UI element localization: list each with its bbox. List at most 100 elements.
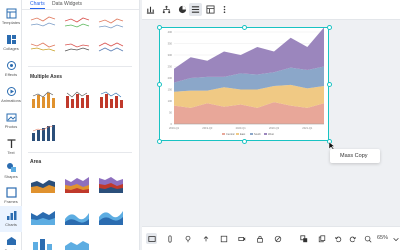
data-table-button[interactable]: [204, 3, 217, 16]
layout-button[interactable]: [146, 233, 157, 244]
chart-template-line-4[interactable]: [29, 37, 57, 59]
chart-template-bar-line-1[interactable]: [29, 88, 57, 110]
bottom-toolbar: 65%: [142, 226, 400, 250]
chart-template-line-3[interactable]: [97, 12, 125, 34]
x-tick-label: 2020-Q3: [269, 126, 280, 130]
y-tick-label: 200: [168, 76, 173, 80]
chart-template-area-4[interactable]: [29, 205, 57, 227]
chart-template-area-2[interactable]: [63, 173, 91, 195]
photos-icon: [6, 113, 16, 122]
legend-swatch-west: [264, 133, 267, 135]
x-tick-label: 2019-Q3: [202, 126, 213, 130]
x-tick-label: 2019-Q1: [169, 126, 180, 130]
more-button[interactable]: [218, 3, 231, 16]
resize-handle-right[interactable]: [327, 82, 332, 87]
resize-handle-bottom[interactable]: [242, 139, 247, 144]
y-tick-label: 50: [169, 111, 172, 115]
pie-button[interactable]: [176, 3, 189, 16]
chart-template-area-8[interactable]: [63, 236, 91, 250]
chart-template-line-6[interactable]: [97, 37, 125, 59]
section-divider: [28, 66, 132, 67]
rail-item-photos[interactable]: Photos: [0, 108, 22, 134]
chart-template-line-2[interactable]: [63, 12, 91, 34]
zoom-level[interactable]: 65%: [377, 235, 388, 241]
chart-template-area-1[interactable]: [29, 173, 57, 195]
chart-type-icon: [146, 6, 155, 14]
chart-template-bar-line-4[interactable]: [29, 121, 57, 143]
rail-item-templates[interactable]: Templates: [0, 4, 22, 30]
upload-button[interactable]: [200, 233, 211, 244]
tab-charts[interactable]: Charts: [30, 1, 45, 9]
resize-handle-left[interactable]: [157, 82, 162, 87]
rail-item-shapes[interactable]: Shapes: [0, 158, 22, 184]
group-button[interactable]: [298, 233, 309, 244]
chart-template-bar-line-2[interactable]: [63, 88, 91, 110]
resize-handle-bottom-left[interactable]: [157, 139, 162, 144]
copy-button[interactable]: [316, 233, 327, 244]
undo-button[interactable]: [332, 233, 343, 244]
x-tick-label: 2021-Q1: [302, 126, 313, 130]
rail-item-label: Text: [7, 150, 15, 155]
frame-button[interactable]: [218, 233, 229, 244]
rail-item-label: Effects: [4, 72, 18, 77]
rail-item-brands[interactable]: Brands: [0, 232, 22, 250]
chart-template-area-5[interactable]: [63, 205, 91, 227]
video-icon: [237, 236, 245, 241]
align-button[interactable]: [189, 3, 202, 16]
shapes-icon: [6, 163, 16, 172]
chart-template-line-1[interactable]: [29, 12, 57, 34]
frame-icon: [220, 235, 227, 242]
chart-template-bar-line-3[interactable]: [97, 88, 125, 110]
collages-icon: [6, 35, 16, 44]
legend-label-east: East: [240, 132, 245, 136]
y-tick-label: 400: [168, 30, 173, 34]
redo-icon: [349, 236, 356, 242]
rail-item-label: Shapes: [4, 174, 18, 179]
rail-item-effects[interactable]: Effects: [0, 56, 22, 82]
top-toolbar: [142, 0, 400, 20]
tab-data-widgets[interactable]: Data Widgets: [52, 1, 82, 8]
rail-item-label: Collages: [3, 46, 19, 51]
resize-handle-top-left[interactable]: [157, 25, 162, 30]
chart-template-area-6[interactable]: [97, 205, 125, 227]
section-title-multiple-axes: Multiple Axes: [30, 74, 63, 80]
zoom-button[interactable]: [362, 233, 373, 244]
more-icon: [223, 5, 226, 14]
redo-button[interactable]: [347, 233, 358, 244]
hierarchy-button[interactable]: [160, 3, 173, 16]
group-icon: [299, 234, 307, 242]
resize-handle-top-right[interactable]: [327, 25, 332, 30]
animations-icon: [6, 87, 16, 96]
y-tick-label: 0: [171, 122, 173, 126]
charts-icon: [6, 211, 16, 220]
chart-type-button[interactable]: [144, 3, 157, 16]
rail-item-text[interactable]: Text: [0, 134, 22, 160]
effects-icon: [6, 61, 16, 70]
chart-template-area-3[interactable]: [97, 173, 125, 195]
section-title-area: Area: [30, 159, 42, 165]
chart-template-line-5[interactable]: [63, 37, 91, 59]
legend-label-south: South: [254, 132, 261, 136]
templates-icon: [6, 8, 16, 19]
rail-item-animations[interactable]: Animations: [0, 82, 22, 108]
video-button[interactable]: [236, 233, 247, 244]
rail-item-charts[interactable]: Charts: [0, 206, 22, 232]
zoom-icon: [364, 235, 371, 242]
text-icon: [7, 139, 15, 148]
zoom-dropdown-button[interactable]: [390, 233, 400, 244]
link-button[interactable]: [164, 233, 175, 244]
rail-item-label: Charts: [5, 222, 17, 227]
hierarchy-icon: [162, 5, 171, 14]
chart-card[interactable]: 0 50 100 150 200 250 300 350 400 2019-Q1 2019-Q3 20…: [159, 27, 329, 141]
align-icon: [191, 6, 200, 13]
context-menu-item-mass-copy[interactable]: Mass Copy: [340, 153, 368, 159]
pointer-button[interactable]: [182, 233, 193, 244]
rail-item-collages[interactable]: Collages: [0, 30, 22, 56]
app: Templates Collages Effects Animations Photos…: [0, 0, 400, 250]
resize-handle-top[interactable]: [242, 25, 247, 30]
lock-button[interactable]: [254, 233, 265, 244]
chart-template-area-7[interactable]: [29, 236, 57, 250]
hide-button[interactable]: [272, 233, 283, 244]
pie-icon: [178, 5, 187, 14]
y-tick-label: 300: [168, 53, 173, 57]
